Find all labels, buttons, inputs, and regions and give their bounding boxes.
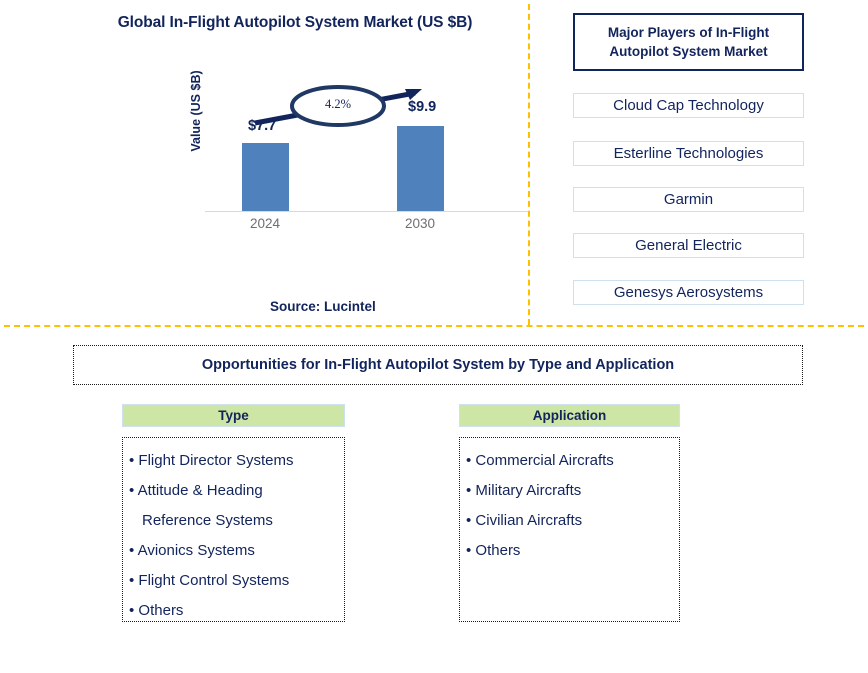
opportunities-banner: Opportunities for In-Flight Autopilot Sy… (73, 345, 803, 385)
horizontal-divider (4, 325, 864, 327)
list-item: • Civilian Aircrafts (466, 512, 583, 529)
player-item-5[interactable]: Genesys Aerosystems (573, 280, 804, 305)
list-item: • Avionics Systems (129, 542, 255, 559)
x-tick-2024: 2024 (249, 216, 281, 231)
player-label: Garmin (663, 191, 714, 208)
players-panel-header: Major Players of In-Flight Autopilot Sys… (573, 13, 804, 71)
player-item-3[interactable]: Garmin (573, 187, 804, 212)
list-item: • Others (129, 602, 184, 619)
page-title: Global In-Flight Autopilot System Market… (117, 14, 473, 31)
cagr-arrow-head (405, 89, 422, 100)
player-item-4[interactable]: General Electric (573, 233, 804, 258)
opportunities-banner-label: Opportunities for In-Flight Autopilot Sy… (201, 357, 675, 373)
list-item: • Attitude & Heading (129, 482, 263, 499)
list-item: • Flight Director Systems (129, 452, 294, 469)
list-item: • Flight Control Systems (129, 572, 290, 589)
x-tick-2030: 2030 (404, 216, 436, 231)
type-column-header: Type (122, 404, 345, 427)
cagr-value-label: 4.2% (324, 97, 352, 111)
player-item-1[interactable]: Cloud Cap Technology (573, 93, 804, 118)
players-header-line-2: Autopilot System Market (609, 44, 768, 59)
bar-2030 (397, 126, 444, 211)
vertical-divider (528, 4, 530, 325)
player-label: Esterline Technologies (613, 145, 764, 162)
list-item: • Commercial Aircrafts (466, 452, 614, 469)
source-note: Source: Lucintel (270, 299, 376, 314)
type-header-label: Type (218, 408, 249, 423)
bar-2024 (242, 143, 289, 211)
type-column-list: • Flight Director Systems • Attitude & H… (122, 437, 345, 622)
application-column-list: • Commercial Aircrafts • Military Aircra… (459, 437, 680, 622)
player-label: General Electric (635, 237, 742, 254)
list-item: • Others (466, 542, 521, 559)
player-item-2[interactable]: Esterline Technologies (573, 141, 804, 166)
players-header-line-1: Major Players of In-Flight (607, 25, 770, 40)
application-column-header: Application (459, 404, 680, 427)
player-label: Cloud Cap Technology (613, 97, 764, 114)
player-label: Genesys Aerosystems (613, 284, 764, 301)
bar-chart: Value (US $B) $7.7 $9.9 2024 2030 4.2% (150, 70, 530, 240)
list-item: • Military Aircrafts (466, 482, 582, 499)
x-axis-line (205, 211, 530, 212)
application-header-label: Application (532, 408, 607, 423)
chart-plot-area: $7.7 $9.9 2024 2030 4.2% (180, 85, 530, 231)
list-item-continuation: Reference Systems (142, 512, 273, 529)
